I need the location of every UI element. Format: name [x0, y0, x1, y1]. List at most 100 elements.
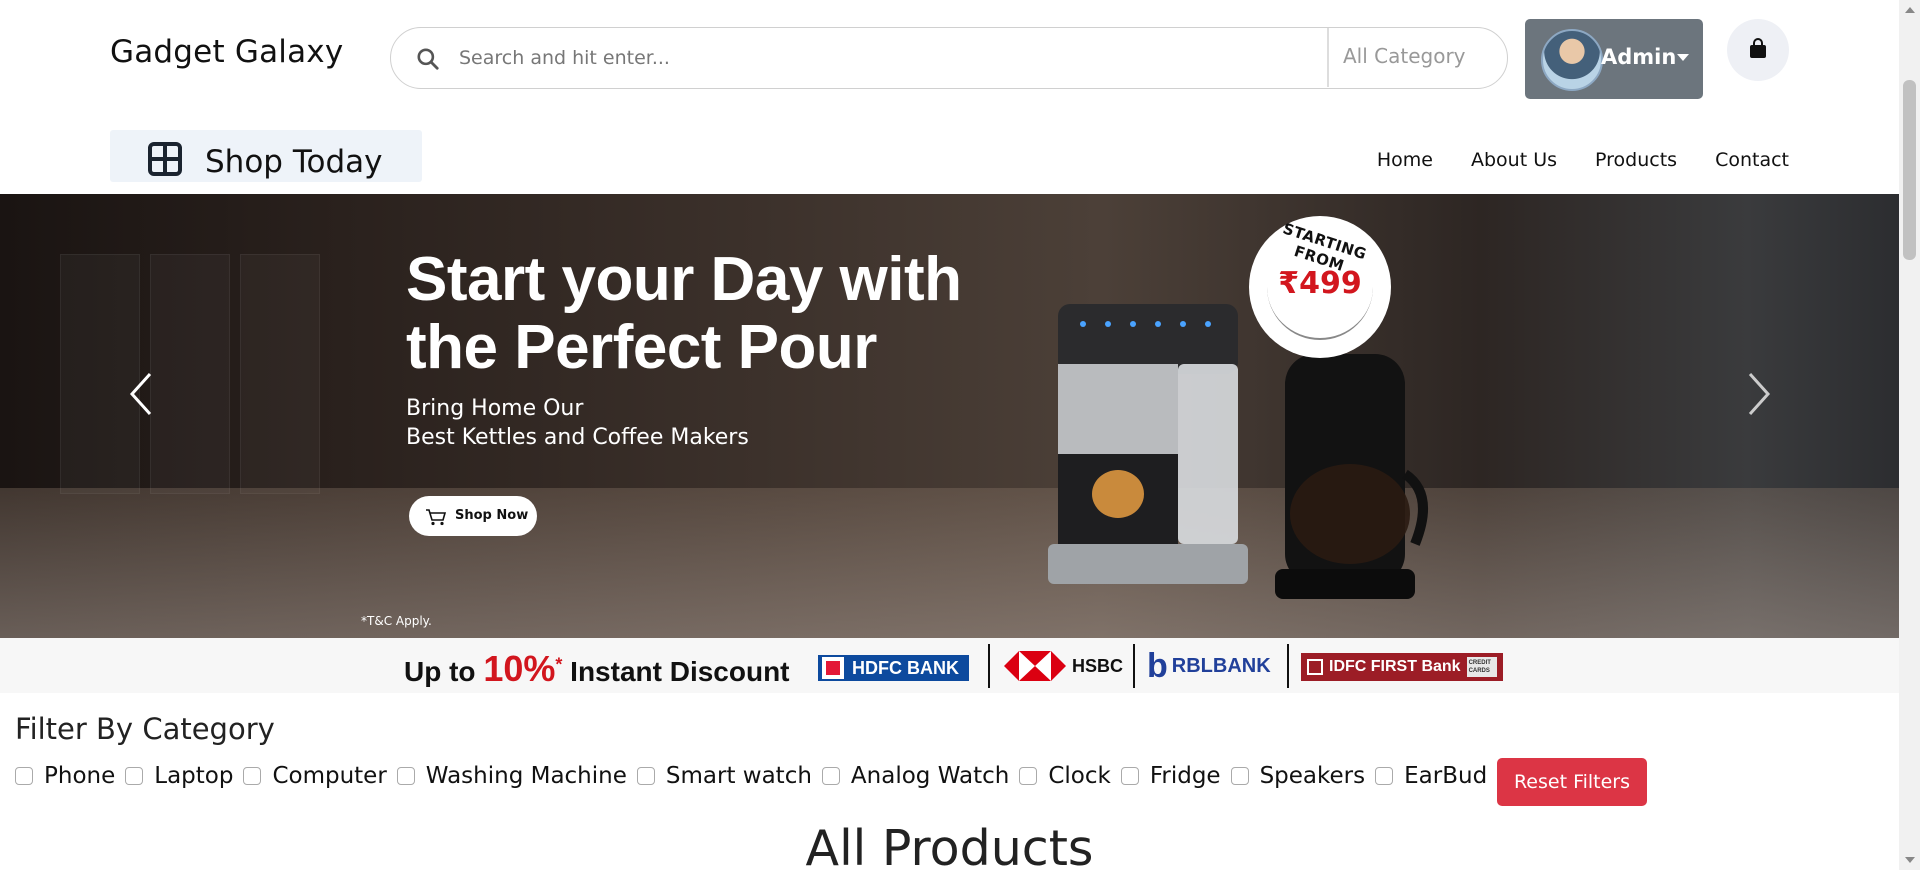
hero-carousel: Start your Day with the Perfect Pour Bri… — [0, 194, 1899, 638]
shop-now-label: Shop Now — [455, 508, 529, 523]
filter-laptop[interactable]: Laptop — [125, 763, 233, 789]
filter-label: Phone — [44, 763, 116, 789]
offer-prefix: Up to — [404, 656, 476, 687]
idfc-bank-logo: IDFC FIRST Bank CREDIT CARDS — [1301, 653, 1503, 681]
hdfc-bank-logo: HDFC BANK — [818, 655, 969, 681]
checkbox[interactable] — [125, 767, 144, 785]
caret-down-icon — [1677, 54, 1689, 61]
admin-label: Admin — [1601, 45, 1677, 69]
scrollbar-thumb[interactable] — [1903, 80, 1916, 260]
idfc-mark-icon — [1307, 659, 1323, 675]
filter-fridge[interactable]: Fridge — [1120, 763, 1221, 789]
filter-label: Speakers — [1259, 763, 1366, 789]
filter-label: Fridge — [1149, 763, 1221, 789]
divider — [1133, 644, 1135, 688]
rbl-label: RBLBANK — [1171, 654, 1271, 677]
filter-label: Clock — [1048, 763, 1111, 789]
filter-label: Computer — [272, 763, 387, 789]
filter-label: Analog Watch — [850, 763, 1010, 789]
checkbox[interactable] — [1375, 767, 1394, 785]
search-icon — [417, 48, 439, 70]
bank-offer-strip: Up to 10%* Instant Discount HDFC BANK HS… — [0, 638, 1899, 693]
filter-computer[interactable]: Computer — [243, 763, 387, 789]
background-panel — [150, 254, 230, 494]
checkbox[interactable] — [821, 767, 840, 785]
banner-sub-line2: Best Kettles and Coffee Makers — [406, 425, 749, 450]
checkbox[interactable] — [1019, 767, 1038, 785]
scroll-down-icon[interactable] — [1905, 857, 1915, 863]
search-divider — [1327, 28, 1329, 87]
search-input[interactable] — [459, 41, 1099, 75]
checkbox[interactable] — [1120, 767, 1139, 785]
banner-subtext: Bring Home Our Best Kettles and Coffee M… — [406, 394, 749, 452]
nav-home[interactable]: Home — [1377, 149, 1433, 171]
hdfc-label: HDFC BANK — [852, 657, 959, 678]
checkbox[interactable] — [636, 767, 655, 785]
filter-label: Laptop — [154, 763, 234, 789]
rbl-bank-logo: b RBLBANK — [1147, 647, 1271, 685]
banner-headline-line2: the Perfect Pour — [406, 313, 877, 382]
badge-price: ₹499 — [1278, 266, 1362, 301]
divider — [988, 644, 990, 688]
rbl-mark-icon: b — [1147, 646, 1168, 685]
divider — [1287, 644, 1289, 688]
offer-percent: 10% — [483, 648, 556, 689]
cart-button[interactable] — [1727, 19, 1789, 81]
nav-products[interactable]: Products — [1595, 149, 1677, 171]
admin-dropdown-button[interactable]: Admin — [1525, 19, 1703, 99]
idfc-tag: CREDIT CARDS — [1466, 657, 1497, 677]
hsbc-label: HSBC — [1072, 655, 1124, 676]
banner-headline-line1: Start your Day with — [406, 245, 962, 314]
carousel-next-icon[interactable] — [1738, 364, 1778, 424]
brand-logo[interactable]: Gadget Galaxy — [110, 34, 343, 70]
scroll-up-icon[interactable] — [1905, 7, 1915, 13]
page-scrollbar[interactable] — [1899, 0, 1920, 870]
shop-today-label: Shop Today — [205, 144, 383, 180]
checkbox[interactable] — [243, 767, 262, 785]
offer-text: Up to 10%* Instant Discount — [404, 648, 790, 690]
avatar — [1541, 29, 1603, 91]
price-badge: STARTING FROM ₹499 — [1249, 216, 1391, 358]
filter-smart-watch[interactable]: Smart watch — [636, 763, 812, 789]
category-select[interactable]: All Category — [1343, 44, 1466, 68]
all-products-heading: All Products — [805, 820, 1094, 870]
hsbc-hexagon-icon — [1004, 651, 1066, 681]
filter-earbud[interactable]: EarBud — [1375, 763, 1487, 789]
filter-washing-machine[interactable]: Washing Machine — [396, 763, 627, 789]
reset-filters-button[interactable]: Reset Filters — [1497, 758, 1647, 806]
shop-today-button[interactable]: Shop Today — [110, 130, 422, 182]
filter-clock[interactable]: Clock — [1019, 763, 1111, 789]
banner-floor — [0, 488, 1899, 638]
offer-suffix: Instant Discount — [570, 656, 790, 687]
cart-icon — [426, 509, 447, 526]
main-nav: Home About Us Products Contact — [1377, 149, 1789, 171]
filter-title: Filter By Category — [15, 712, 275, 746]
filter-phone[interactable]: Phone — [15, 763, 115, 789]
filter-analog-watch[interactable]: Analog Watch — [821, 763, 1010, 789]
nav-contact[interactable]: Contact — [1715, 149, 1789, 171]
offer-star: * — [555, 654, 563, 675]
nav-about-us[interactable]: About Us — [1471, 149, 1557, 171]
checkbox[interactable] — [1230, 767, 1249, 785]
coffee-maker-image — [1275, 354, 1428, 599]
idfc-label: IDFC FIRST Bank — [1329, 658, 1461, 675]
filter-label: EarBud — [1404, 763, 1488, 789]
hsbc-logo: HSBC — [1004, 651, 1123, 681]
terms-note: *T&C Apply. — [361, 614, 432, 628]
banner-sub-line1: Bring Home Our — [406, 396, 584, 421]
hdfc-mark-icon — [822, 657, 844, 679]
checkbox[interactable] — [396, 767, 415, 785]
background-panel — [240, 254, 320, 494]
category-filters: Phone Laptop Computer Washing Machine Sm… — [15, 763, 1497, 789]
checkbox[interactable] — [15, 767, 33, 785]
search-bar: All Category — [390, 27, 1508, 89]
banner-headline: Start your Day with the Perfect Pour — [406, 246, 962, 382]
shop-now-button[interactable]: Shop Now — [409, 496, 537, 536]
carousel-prev-icon[interactable] — [122, 364, 162, 424]
filter-speakers[interactable]: Speakers — [1230, 763, 1366, 789]
filter-label: Washing Machine — [425, 763, 627, 789]
filter-label: Smart watch — [665, 763, 812, 789]
grid-icon — [148, 142, 182, 176]
espresso-machine-image — [1048, 304, 1248, 584]
shopping-bag-icon — [1750, 38, 1766, 58]
